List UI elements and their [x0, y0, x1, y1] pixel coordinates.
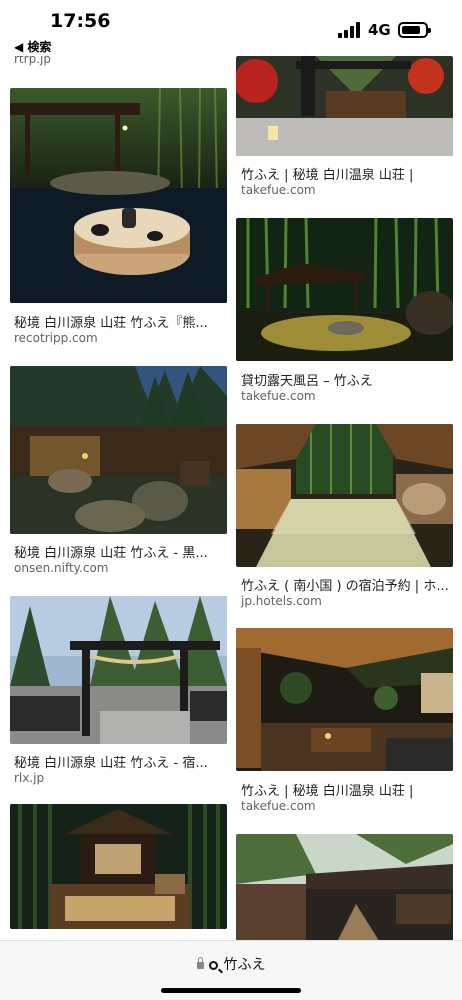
result-title[interactable]: 竹ふえ | 秘境 白川温泉 山荘 | — [241, 164, 461, 183]
result-domain[interactable]: takefue.com — [241, 183, 316, 197]
result-thumbnail[interactable] — [236, 424, 453, 567]
result-domain[interactable]: takefue.com — [241, 799, 316, 813]
cellular-signal-icon — [338, 22, 362, 38]
result-domain[interactable]: jp.hotels.com — [241, 594, 322, 608]
lock-icon — [196, 956, 204, 969]
result-domain[interactable]: takefue.com — [241, 389, 316, 403]
battery-icon — [398, 22, 431, 38]
result-domain[interactable]: rtrp.jp — [14, 56, 51, 66]
result-title[interactable]: 秘境 白川源泉 山荘 竹ふえ - 宿... — [14, 752, 234, 771]
back-to-search-button[interactable]: ◀ 検索 — [14, 38, 51, 55]
browser-toolbar: 竹ふえ — [0, 940, 462, 1000]
status-bar: 17:56 ◀ 検索 4G — [0, 0, 462, 56]
result-title[interactable]: 秘境 白川源泉 山荘 竹ふえ - 黒... — [14, 542, 234, 561]
result-thumbnail[interactable] — [236, 56, 453, 156]
result-thumbnail[interactable] — [236, 834, 453, 940]
search-query: 竹ふえ — [223, 957, 266, 973]
network-type: 4G — [368, 21, 391, 39]
result-domain[interactable]: onsen.nifty.com — [14, 561, 109, 575]
result-title[interactable]: 秘境 白川源泉 山荘 竹ふえ『熊... — [14, 312, 234, 331]
result-domain[interactable]: rlx.jp — [14, 771, 44, 785]
result-thumbnail[interactable] — [236, 628, 453, 771]
search-icon — [208, 960, 218, 970]
result-thumbnail[interactable] — [10, 88, 227, 303]
result-title[interactable]: 竹ふえ | 秘境 白川温泉 山荘 | — [241, 780, 461, 799]
address-bar[interactable]: 竹ふえ — [0, 954, 462, 974]
home-indicator[interactable] — [161, 988, 301, 993]
result-thumbnail[interactable] — [10, 804, 227, 929]
result-thumbnail[interactable] — [10, 596, 227, 744]
result-domain[interactable]: recotripp.com — [14, 331, 98, 345]
result-title[interactable]: 貸切露天風呂 – 竹ふえ — [241, 370, 461, 389]
result-thumbnail[interactable] — [10, 366, 227, 534]
result-title[interactable]: 竹ふえ ( 南小国 ) の宿泊予約 | ホ... — [241, 575, 461, 594]
status-time: 17:56 — [50, 10, 111, 32]
image-results-grid: rtrp.jp 秘境 白川源泉 山荘 竹ふえ『熊... recotripp.co… — [0, 56, 462, 940]
result-thumbnail[interactable] — [236, 218, 453, 361]
